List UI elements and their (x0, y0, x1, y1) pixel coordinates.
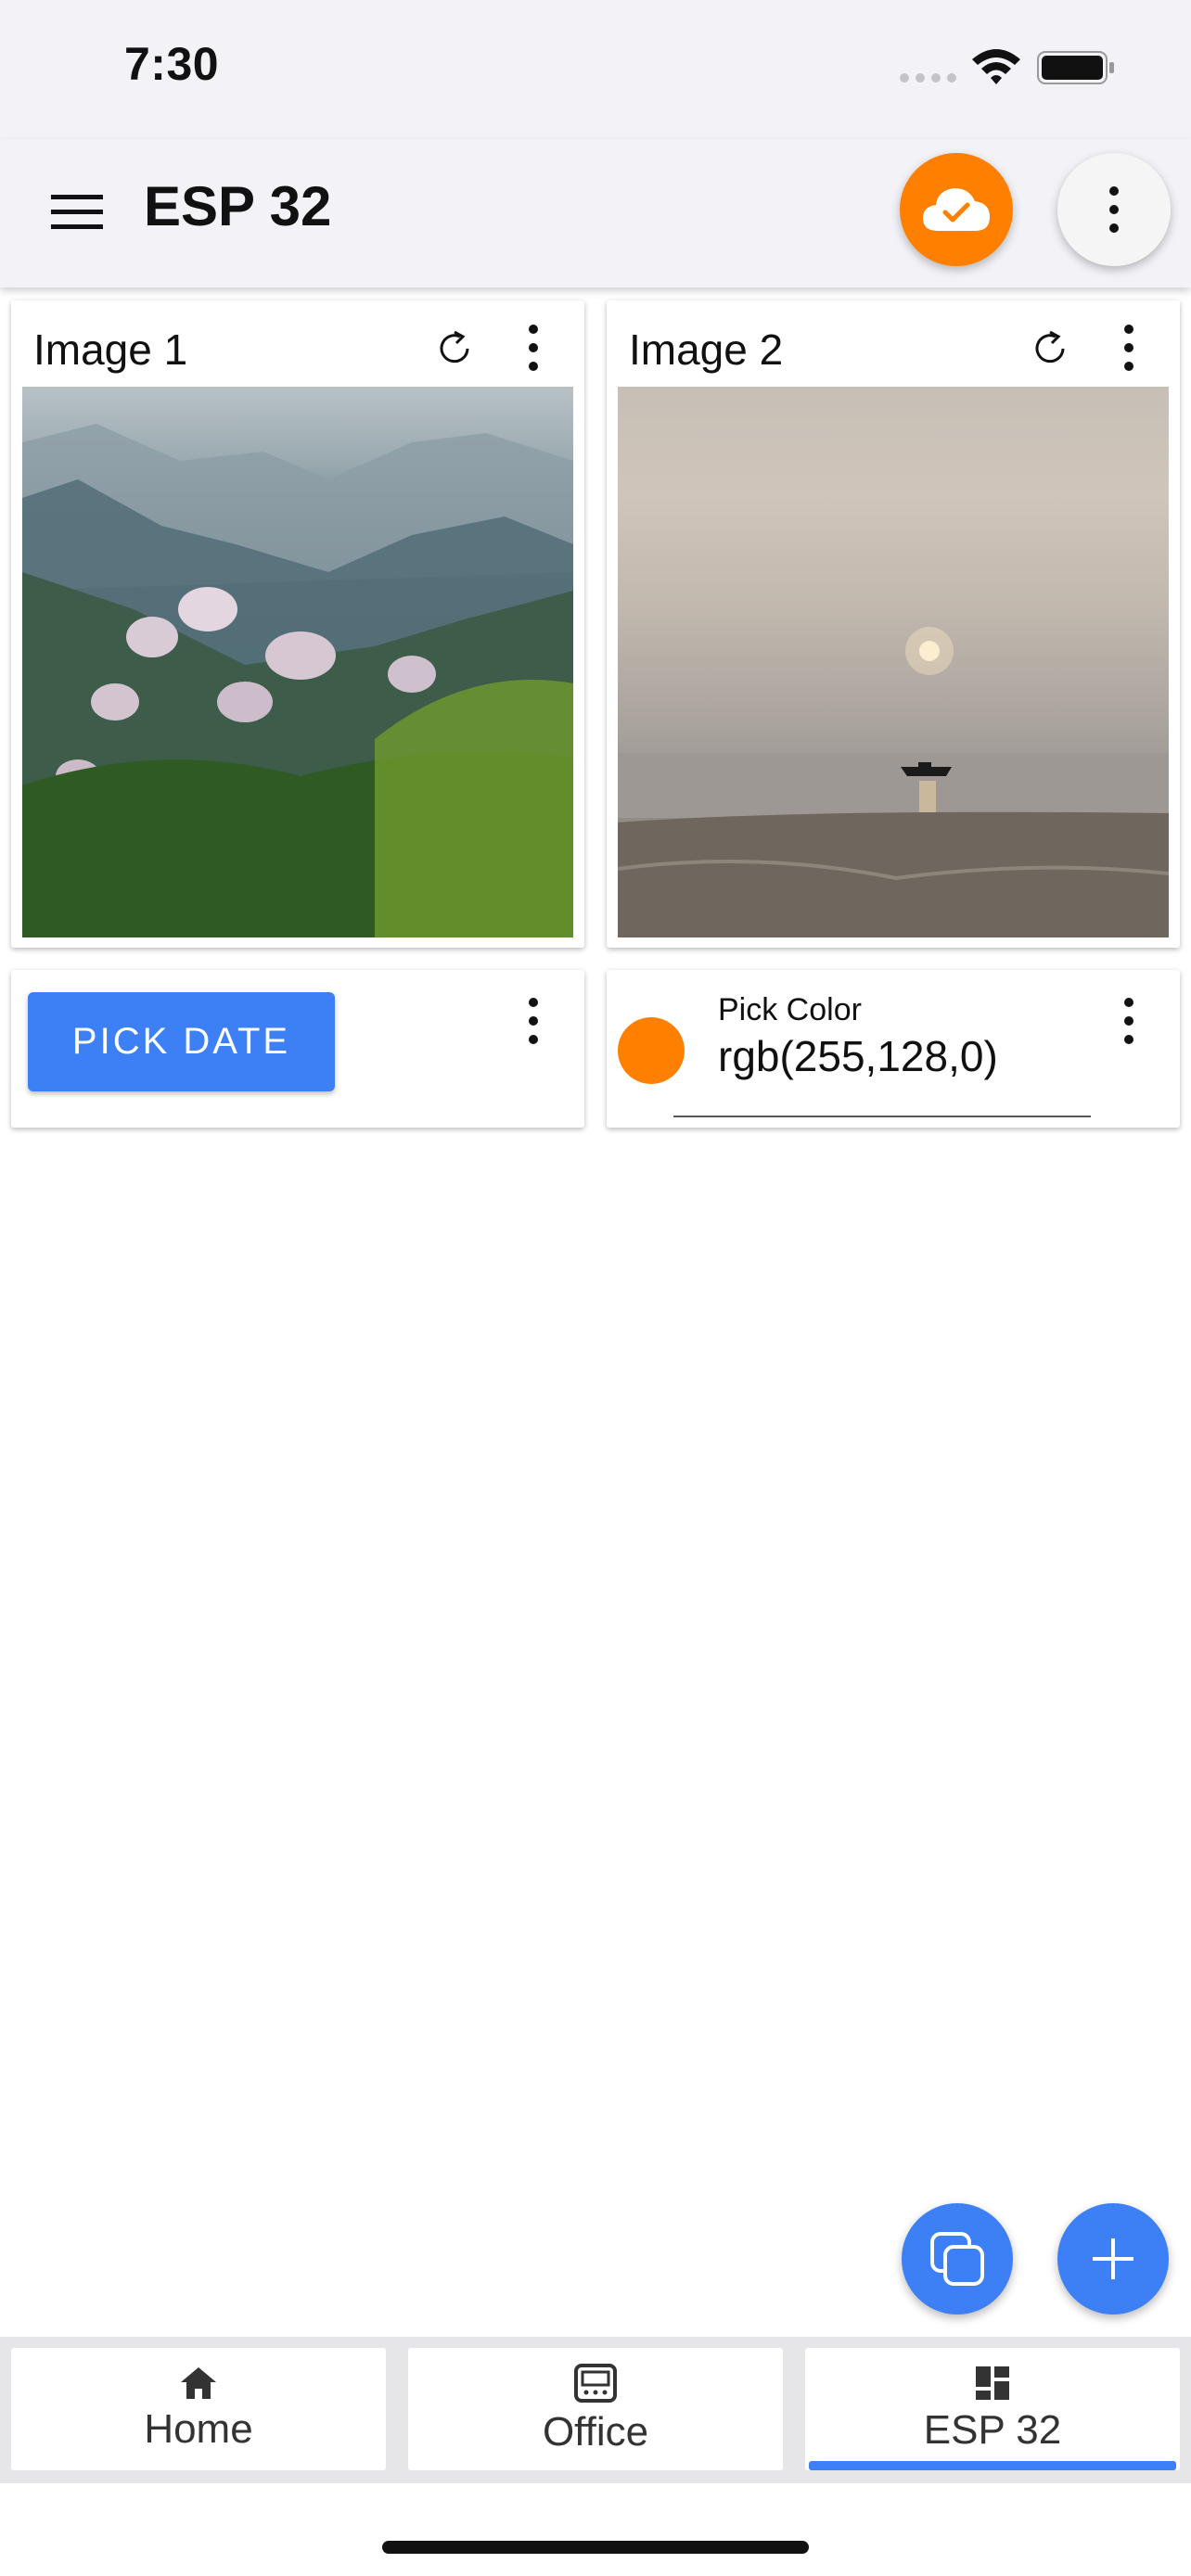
plus-icon (1093, 2238, 1133, 2279)
cloud-check-icon (923, 188, 990, 231)
app-screen: 7:30 ESP 32 Image 1 Image 2 PICK DATE Pi… (0, 0, 1191, 2576)
image-2-photo (618, 387, 1169, 937)
image-1-title: Image 1 (33, 325, 188, 374)
color-swatch[interactable] (618, 1017, 685, 1084)
color-value-field[interactable]: rgb(255,128,0) (718, 1031, 998, 1081)
status-time: 7:30 (124, 38, 220, 90)
tab-home[interactable]: Home (11, 2348, 386, 2470)
more-vertical-icon (1105, 186, 1123, 233)
home-indicator (382, 2541, 809, 2554)
image-2-title: Image 2 (629, 325, 784, 374)
image-1-menu-icon[interactable] (524, 325, 543, 371)
bottom-tab-bar: Home Office ESP 32 (0, 2337, 1191, 2483)
status-bar: 7:30 (0, 0, 1191, 139)
selected-tab-indicator (809, 2461, 1176, 2470)
color-field-underline (673, 1116, 1091, 1117)
color-picker-menu-icon[interactable] (1120, 998, 1138, 1044)
pick-date-button[interactable]: PICK DATE (28, 992, 335, 1091)
tab-office-label: Office (542, 2409, 649, 2455)
copy-icon (930, 2232, 984, 2286)
cloud-sync-button[interactable] (900, 153, 1013, 266)
add-widget-fab[interactable] (1057, 2203, 1169, 2315)
color-picker-label: Pick Color (718, 992, 862, 1027)
image-1-photo (22, 387, 573, 937)
tab-esp32-label: ESP 32 (923, 2407, 1062, 2453)
image-2-menu-icon[interactable] (1120, 325, 1138, 371)
refresh-icon[interactable] (1030, 328, 1070, 369)
date-picker-menu-icon[interactable] (524, 998, 543, 1044)
more-options-button[interactable] (1057, 153, 1171, 266)
tab-esp32[interactable]: ESP 32 (805, 2348, 1180, 2470)
refresh-icon[interactable] (434, 328, 475, 369)
cellular-signal-icon (900, 73, 956, 83)
battery-icon (1037, 51, 1114, 84)
page-title: ESP 32 (144, 175, 332, 237)
tab-office[interactable]: Office (408, 2348, 783, 2470)
tab-home-label: Home (144, 2406, 253, 2452)
hamburger-menu-icon[interactable] (48, 189, 106, 234)
duplicate-fab[interactable] (902, 2203, 1013, 2315)
wifi-icon (972, 49, 1020, 84)
home-icon (181, 2367, 216, 2399)
dashboard-icon (976, 2366, 1009, 2400)
display-icon (574, 2364, 617, 2403)
app-bar: ESP 32 (0, 139, 1191, 287)
